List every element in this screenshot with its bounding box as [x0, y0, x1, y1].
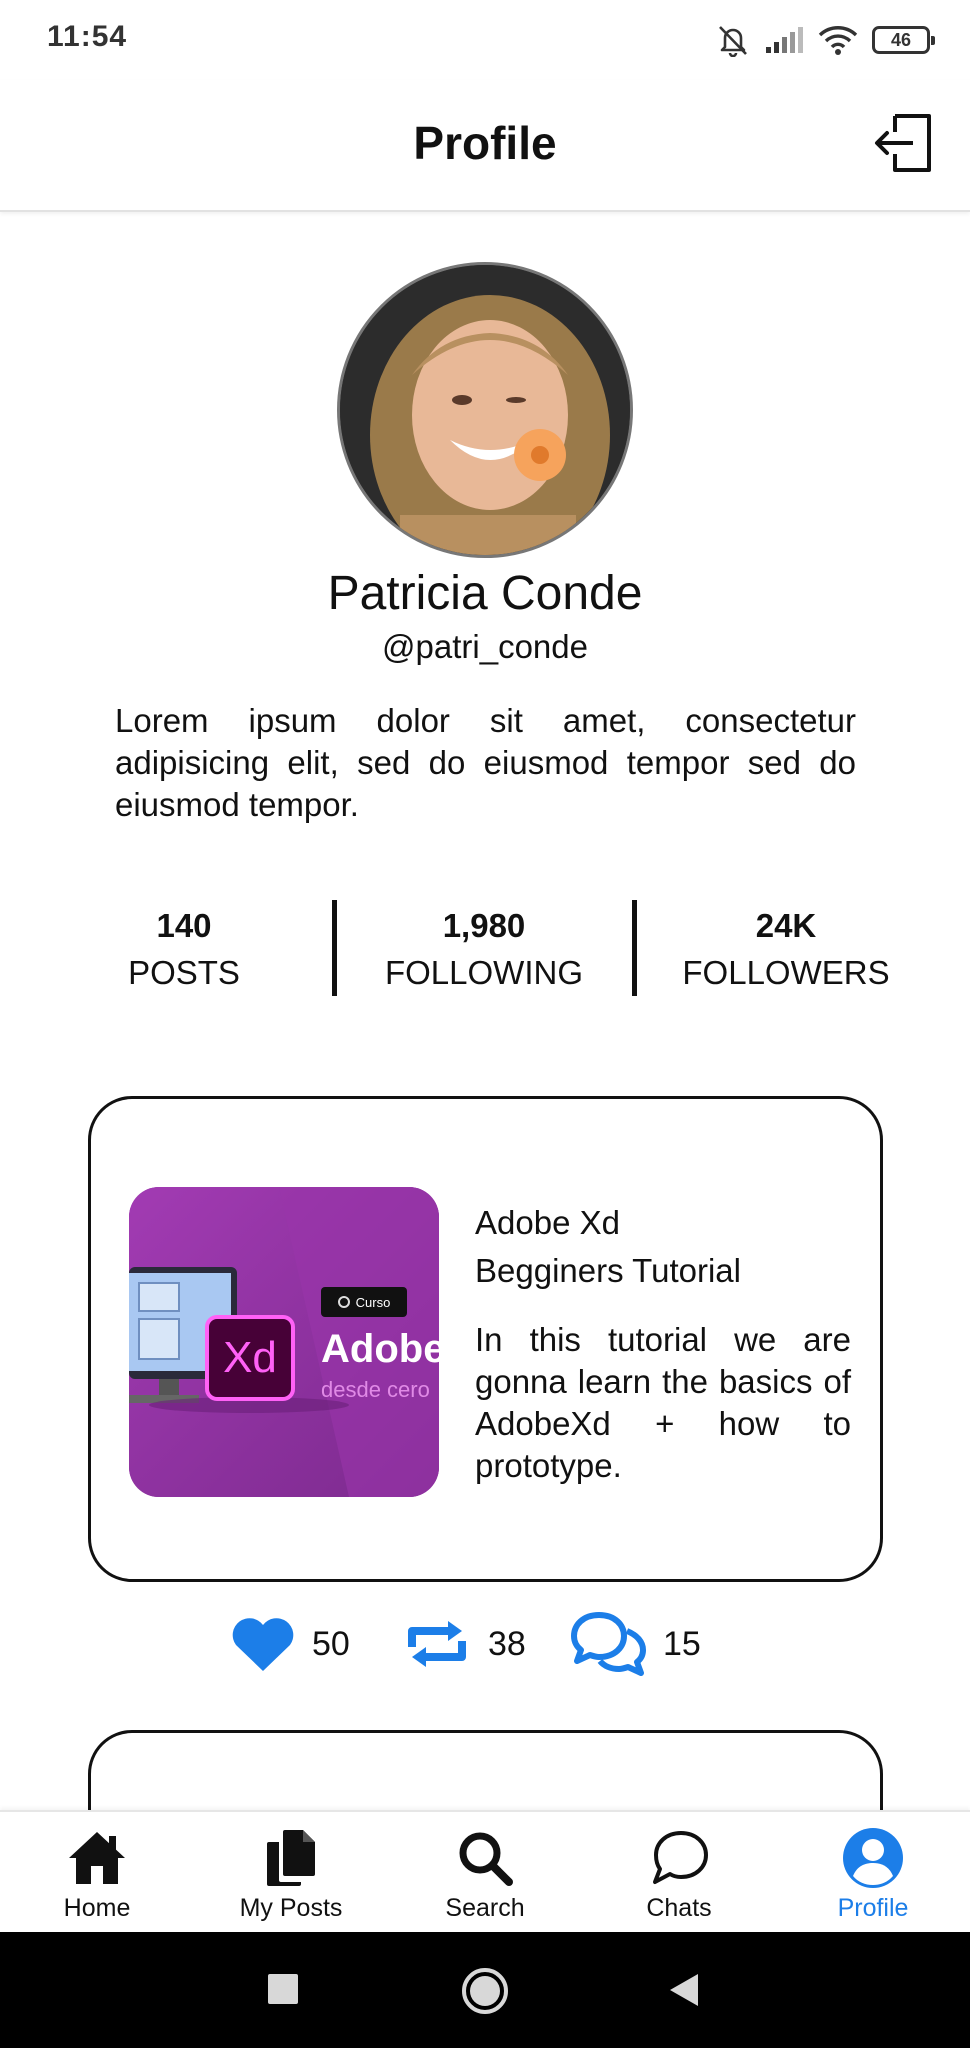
like-count: 50: [312, 1624, 350, 1663]
chat-icon: [647, 1826, 711, 1890]
nav-label: My Posts: [239, 1894, 343, 1922]
course-badge-label: Curso: [355, 1294, 391, 1310]
post-actions: 50 38 15: [0, 1608, 970, 1680]
stat-posts[interactable]: 140 POSTS: [34, 900, 334, 996]
post-title-line2: Begginers Tutorial: [475, 1252, 741, 1289]
nav-item-profile[interactable]: Profile: [776, 1812, 970, 1934]
profile-bio: Lorem ipsum dolor sit amet, consectetur …: [115, 702, 856, 823]
nav-item-home[interactable]: Home: [0, 1812, 194, 1934]
stat-label: POSTS: [128, 954, 240, 991]
thumb-brand: Adobe: [321, 1327, 439, 1371]
stat-label: FOLLOWERS: [682, 954, 890, 991]
back-button[interactable]: [668, 1972, 700, 2008]
bell-muted-icon: [719, 26, 747, 57]
xd-logo: Xd: [205, 1315, 295, 1401]
stat-followers[interactable]: 24K FOLLOWERS: [636, 900, 936, 996]
profile-handle: @patri_conde: [382, 628, 588, 665]
heart-icon: [232, 1618, 294, 1671]
page-title: Profile: [413, 117, 557, 169]
post-card[interactable]: Xd Curso Adobe desde cero Adobe Xd Beggi…: [88, 1096, 883, 1582]
post-title-line1: Adobe Xd: [475, 1204, 620, 1241]
logout-button[interactable]: [871, 110, 937, 176]
xd-logo-text: Xd: [223, 1333, 277, 1382]
profile-name: Patricia Conde: [327, 567, 643, 620]
nav-label: Chats: [646, 1894, 712, 1922]
app-header: Profile: [0, 80, 970, 212]
thumb-tagline: desde cero: [321, 1377, 430, 1402]
signal-icon: [766, 27, 803, 53]
nav-item-my-posts[interactable]: My Posts: [194, 1812, 388, 1934]
comment-button[interactable]: 15: [571, 1608, 701, 1680]
stat-value: 24K: [755, 907, 817, 944]
home-button-dot: [470, 1976, 500, 2006]
recent-apps-button[interactable]: [268, 1974, 298, 2004]
home-button[interactable]: [462, 1968, 508, 2014]
post-thumbnail: Xd Curso Adobe desde cero: [129, 1187, 439, 1497]
battery-level: 46: [890, 29, 912, 50]
documents-icon: [259, 1826, 323, 1890]
post-title: Adobe Xd Begginers Tutorial: [475, 1199, 845, 1295]
battery-icon: 46: [872, 26, 935, 54]
nav-label: Home: [63, 1894, 131, 1922]
stat-value: 140: [156, 907, 212, 944]
status-time: 11:54: [47, 20, 128, 53]
user-circle-icon: [841, 1826, 905, 1890]
repost-count: 38: [488, 1624, 526, 1663]
logout-icon: [875, 114, 931, 172]
comment-count: 15: [663, 1624, 701, 1663]
course-badge: Curso: [321, 1287, 407, 1317]
post-description: In this tutorial we are gonna learn the …: [475, 1321, 851, 1484]
stat-label: FOLLOWING: [384, 954, 584, 991]
status-bar: 11:54 46: [0, 0, 970, 80]
nav-item-search[interactable]: Search: [388, 1812, 582, 1934]
stat-value: 1,980: [442, 907, 526, 944]
system-nav-bar: [0, 1932, 970, 2048]
like-button[interactable]: 50: [230, 1608, 350, 1680]
profile-stats: 140 POSTS 1,980 FOLLOWING 24K FOLLOWERS: [0, 900, 970, 996]
nav-label: Profile: [837, 1894, 909, 1922]
bottom-nav: Home My Posts Search Chats Profile: [0, 1810, 970, 1932]
avatar-photo: [340, 265, 630, 555]
status-icons: 46: [716, 20, 935, 60]
home-icon: [65, 1826, 129, 1890]
avatar[interactable]: [337, 262, 633, 558]
nav-item-chats[interactable]: Chats: [582, 1812, 776, 1934]
search-icon: [453, 1826, 517, 1890]
repost-icon: [408, 1621, 466, 1667]
comments-icon: [571, 1612, 646, 1676]
badge-icon: [337, 1296, 350, 1308]
nav-label: Search: [445, 1894, 525, 1922]
stat-following[interactable]: 1,980 FOLLOWING: [334, 900, 634, 996]
wifi-icon: [818, 26, 858, 55]
repost-button[interactable]: 38: [402, 1608, 526, 1680]
